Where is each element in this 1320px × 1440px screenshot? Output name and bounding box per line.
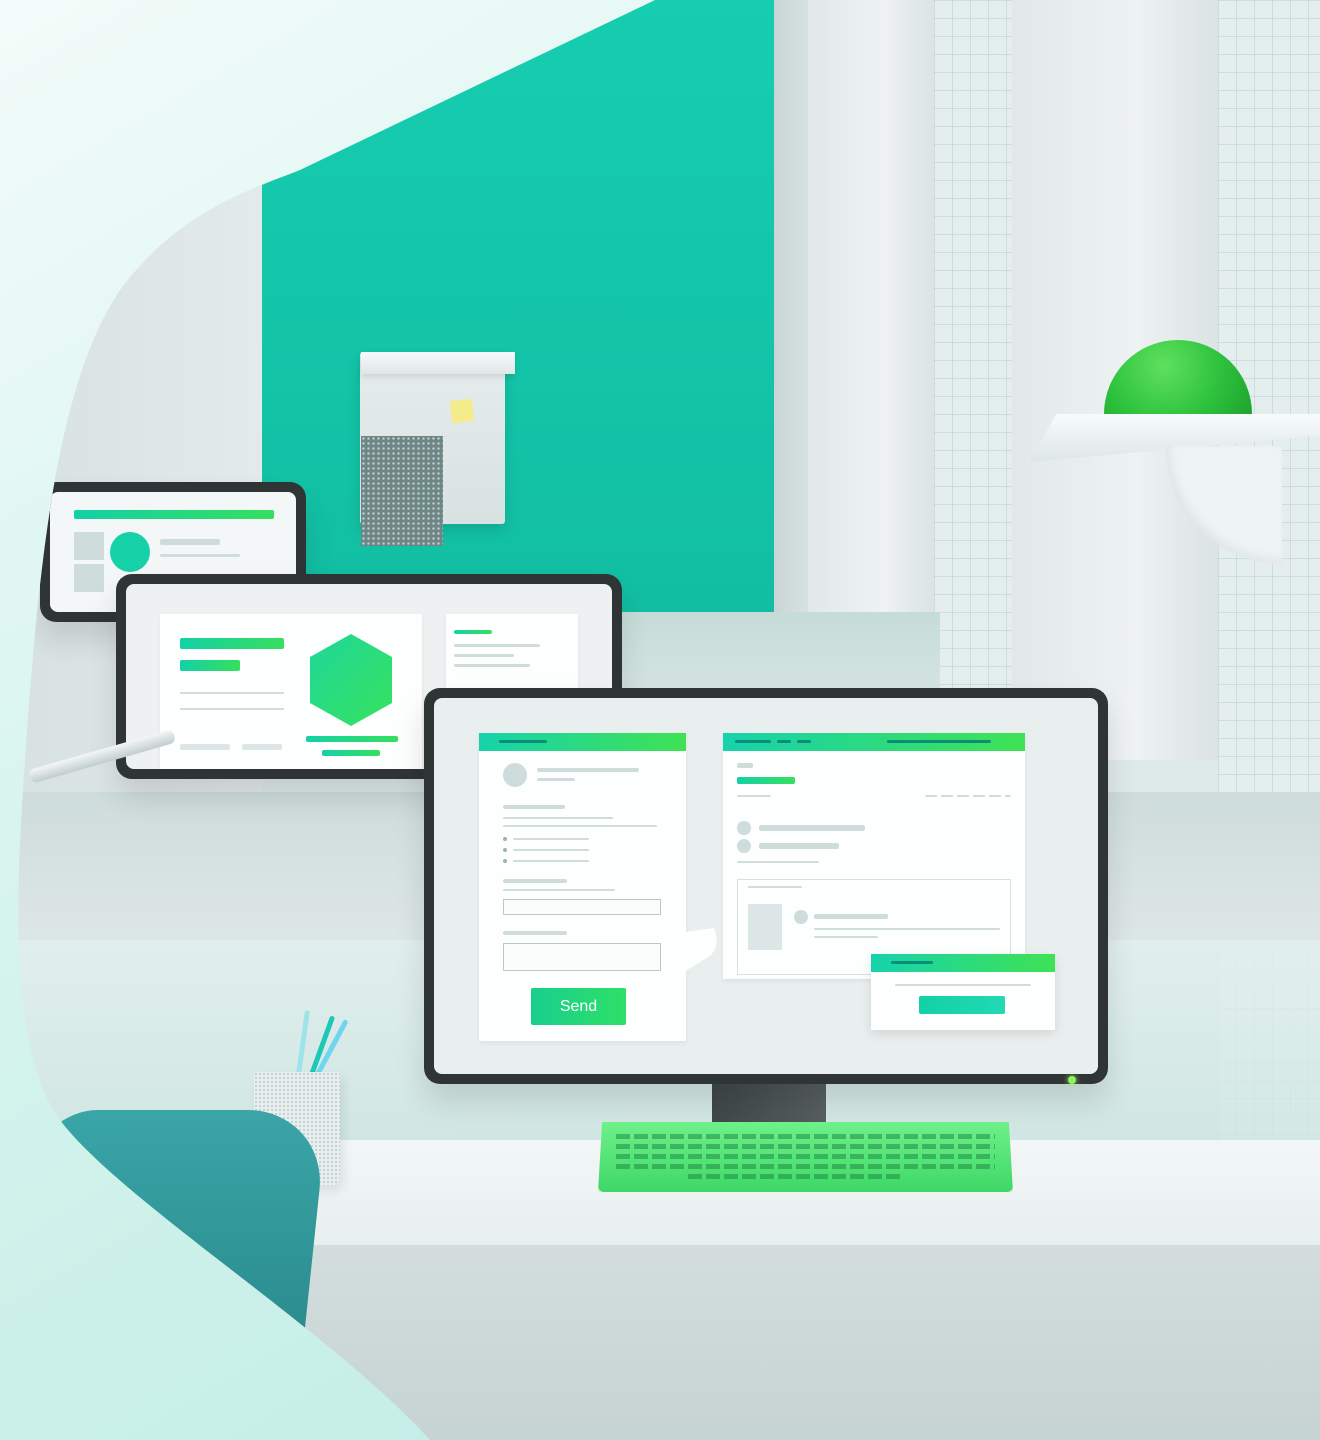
text-line xyxy=(454,630,492,634)
dashboard-window xyxy=(723,733,1025,979)
main-monitor: Send xyxy=(424,688,1108,1084)
message-field[interactable] xyxy=(503,943,661,971)
text-line xyxy=(748,886,802,888)
thumbnail-placeholder xyxy=(748,904,782,950)
key-row xyxy=(616,1134,995,1139)
keyboard xyxy=(598,1122,1013,1192)
mesh-pad xyxy=(361,436,443,546)
key-row xyxy=(616,1144,995,1149)
far-screen-tile xyxy=(74,564,104,592)
dialog-popup xyxy=(871,954,1055,1030)
bullet xyxy=(503,848,507,852)
text-line xyxy=(797,740,811,743)
progress-line xyxy=(306,736,398,742)
text-line xyxy=(814,936,878,938)
text-line xyxy=(537,778,575,781)
name-field[interactable] xyxy=(503,899,661,915)
text-line xyxy=(777,740,791,743)
text-line xyxy=(887,740,991,743)
text-line xyxy=(513,860,589,862)
text-line xyxy=(242,744,282,750)
pillar-shadow xyxy=(774,0,810,612)
dialog-confirm-button[interactable] xyxy=(919,996,1005,1014)
progress-line xyxy=(322,750,380,756)
text-line xyxy=(737,763,753,768)
pillar-left xyxy=(808,0,934,612)
title-bar-line xyxy=(180,638,284,649)
text-line xyxy=(814,928,1000,930)
text-line xyxy=(180,692,284,694)
avatar-placeholder xyxy=(737,821,751,835)
power-led xyxy=(1068,1076,1076,1084)
text-line xyxy=(454,664,530,667)
send-button[interactable]: Send xyxy=(531,988,626,1025)
text-line xyxy=(737,861,819,863)
text-line xyxy=(735,740,771,743)
dashboard-card xyxy=(160,614,422,769)
field-label xyxy=(503,879,567,883)
sticky-note xyxy=(450,399,474,423)
note-board-shelf xyxy=(361,352,515,374)
bullet xyxy=(503,837,507,841)
text-line xyxy=(759,825,865,831)
hexagon-icon xyxy=(308,632,394,728)
avatar-placeholder xyxy=(737,839,751,853)
key-row xyxy=(616,1164,995,1169)
text-line xyxy=(513,849,589,851)
tab-links xyxy=(925,795,1011,797)
text-line xyxy=(503,805,565,809)
text-line xyxy=(737,795,771,797)
far-screen-header xyxy=(74,510,274,519)
avatar xyxy=(110,532,150,572)
text-line xyxy=(503,889,615,891)
bullet xyxy=(503,859,507,863)
speech-pointer xyxy=(684,928,720,974)
avatar-placeholder xyxy=(503,763,527,787)
text-line xyxy=(895,984,1031,986)
text-line xyxy=(503,817,613,819)
avatar-placeholder xyxy=(794,910,808,924)
text-line xyxy=(180,708,284,710)
text-line xyxy=(513,838,589,840)
text-line xyxy=(503,825,657,827)
key-row xyxy=(616,1154,995,1159)
field-label xyxy=(503,931,567,935)
text-line xyxy=(160,539,220,545)
text-line xyxy=(454,644,540,647)
text-line xyxy=(891,961,933,964)
text-line xyxy=(160,554,240,557)
form-window: Send xyxy=(479,733,686,1041)
far-screen-tile xyxy=(74,532,104,560)
tile-wall-left xyxy=(934,0,1014,800)
text-line xyxy=(759,843,839,849)
text-line xyxy=(454,654,514,657)
text-line xyxy=(499,740,547,743)
subtitle-bar-line xyxy=(180,660,240,671)
text-line xyxy=(180,744,230,750)
highlight-bar xyxy=(737,777,795,784)
text-line xyxy=(814,914,888,919)
text-line xyxy=(537,768,639,772)
key-row xyxy=(688,1174,903,1179)
